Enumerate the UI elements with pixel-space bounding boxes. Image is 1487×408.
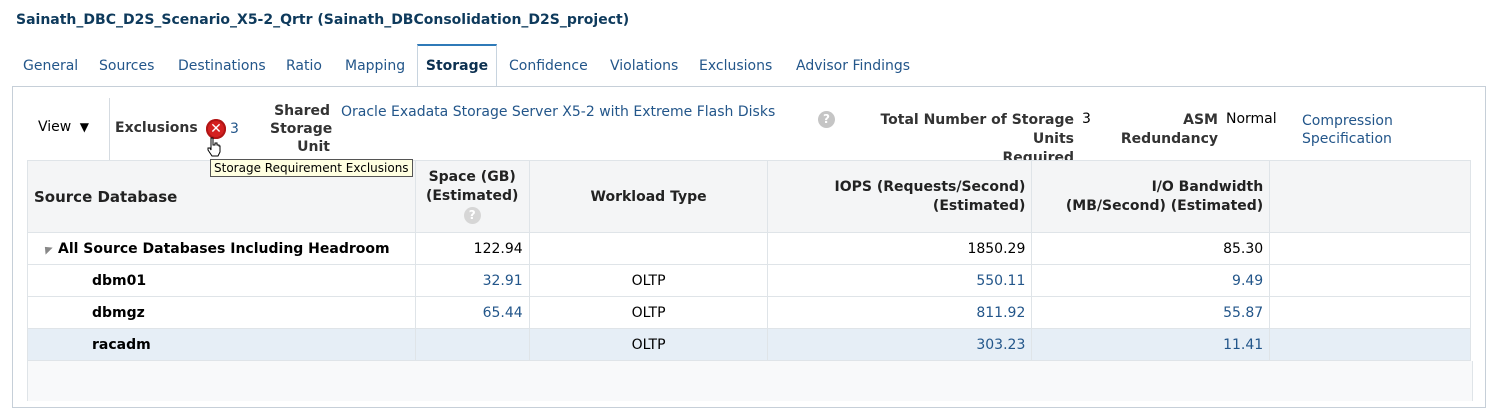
io-header-line1: I/O Bandwidth	[1151, 178, 1264, 195]
tab-advisor-findings[interactable]: Advisor Findings	[796, 44, 910, 85]
view-label: View	[38, 119, 72, 135]
column-header-space[interactable]: Space (GB) (Estimated) ?	[414, 160, 530, 233]
exclusions-label: Exclusions	[115, 120, 198, 136]
tab-bar: General Sources Destinations Ratio Mappi…	[12, 44, 1482, 88]
table-empty-area	[27, 361, 1473, 401]
tab-destinations[interactable]: Destinations	[178, 44, 266, 85]
source-database-cell: dbm01	[27, 264, 416, 297]
total-label-line1: Total Number of Storage Units	[880, 112, 1074, 147]
empty-cell	[1269, 328, 1471, 361]
iops-cell: 303.23	[767, 328, 1033, 361]
column-header-label: Source Database	[34, 187, 178, 206]
empty-cell	[1269, 264, 1471, 297]
table-row-selected[interactable]: racadm OLTP 303.23 11.41	[27, 328, 1471, 361]
tab-ratio[interactable]: Ratio	[286, 44, 322, 85]
help-icon[interactable]: ?	[818, 111, 835, 128]
shared-label-line2: Storage	[270, 121, 333, 137]
compression-line1: Compression	[1302, 113, 1393, 129]
shared-label-line3: Unit	[297, 139, 330, 155]
io-bandwidth-cell: 9.49	[1031, 264, 1271, 297]
collapse-triangle-icon[interactable]	[41, 242, 53, 255]
iops-cell: 811.92	[767, 296, 1033, 329]
empty-cell	[1269, 232, 1471, 265]
tab-general[interactable]: General	[23, 44, 78, 85]
asm-label-line1: ASM	[1183, 112, 1218, 128]
space-cell: 32.91	[414, 264, 530, 297]
tab-violations[interactable]: Violations	[610, 44, 678, 85]
source-database-cell: racadm	[27, 328, 416, 361]
tab-exclusions[interactable]: Exclusions	[699, 44, 772, 85]
dropdown-arrow-icon: ▼	[79, 120, 89, 134]
empty-cell	[1269, 296, 1471, 329]
page-title: Sainath_DBC_D2S_Scenario_X5-2_Qrtr (Sain…	[16, 12, 630, 28]
iops-header-line2: (Estimated)	[932, 197, 1026, 214]
tab-storage[interactable]: Storage	[417, 44, 497, 88]
asm-label-line2: Redundancy	[1120, 131, 1218, 147]
workload-cell: OLTP	[528, 296, 769, 329]
help-icon[interactable]: ?	[422, 206, 523, 225]
asm-redundancy-value: Normal	[1226, 111, 1277, 127]
workload-cell: OLTP	[528, 264, 769, 297]
asm-redundancy-label: ASM Redundancy	[1118, 111, 1218, 149]
storage-table: Source Database Space (GB) (Estimated) ?…	[27, 160, 1471, 361]
shared-storage-unit-label: Shared Storage Unit	[270, 102, 333, 156]
table-row[interactable]: dbmgz 65.44 OLTP 811.92 55.87	[27, 296, 1471, 329]
column-header-io-bandwidth[interactable]: I/O Bandwidth (MB/Second) (Estimated)	[1031, 160, 1271, 233]
source-database-cell: All Source Databases Including Headroom	[27, 232, 416, 265]
column-header-workload-type[interactable]: Workload Type	[528, 160, 769, 233]
tab-mapping[interactable]: Mapping	[345, 44, 405, 85]
tab-sources[interactable]: Sources	[99, 44, 154, 85]
table-row[interactable]: All Source Databases Including Headroom …	[27, 232, 1471, 265]
io-bandwidth-cell: 55.87	[1031, 296, 1271, 329]
total-storage-units-value: 3	[1082, 111, 1091, 127]
compression-specification-link[interactable]: Compression Specification	[1302, 112, 1393, 148]
tab-confidence[interactable]: Confidence	[509, 44, 588, 85]
space-header-line1: Space (GB)	[428, 169, 516, 185]
space-cell	[414, 328, 530, 361]
io-bandwidth-cell: 11.41	[1031, 328, 1271, 361]
toolbar-separator	[109, 98, 110, 160]
error-x-icon[interactable]: ✕	[206, 119, 226, 139]
exclusions-count-link[interactable]: 3	[230, 121, 239, 137]
workload-cell	[528, 232, 769, 265]
row-name: All Source Databases Including Headroom	[58, 240, 390, 257]
space-cell: 65.44	[414, 296, 530, 329]
compression-line2: Specification	[1302, 131, 1392, 147]
iops-cell: 550.11	[767, 264, 1033, 297]
shared-label-line1: Shared	[274, 103, 330, 119]
view-menu[interactable]: View ▼	[38, 119, 89, 135]
workload-cell: OLTP	[528, 328, 769, 361]
io-header-line2: (MB/Second) (Estimated)	[1065, 197, 1264, 214]
source-database-cell: dbmgz	[27, 296, 416, 329]
hand-cursor-icon	[207, 137, 221, 157]
column-header-iops[interactable]: IOPS (Requests/Second) (Estimated)	[767, 160, 1033, 233]
iops-header-line1: IOPS (Requests/Second)	[834, 178, 1026, 195]
iops-cell: 1850.29	[767, 232, 1033, 265]
table-row[interactable]: dbm01 32.91 OLTP 550.11 9.49	[27, 264, 1471, 297]
space-cell: 122.94	[414, 232, 530, 265]
workload-header: Workload Type	[590, 188, 707, 205]
tooltip: Storage Requirement Exclusions	[210, 159, 413, 177]
shared-storage-unit-link[interactable]: Oracle Exadata Storage Server X5-2 with …	[341, 104, 775, 120]
space-header-line2: (Estimated)	[425, 188, 519, 204]
io-bandwidth-cell: 85.30	[1031, 232, 1271, 265]
column-header-empty	[1269, 160, 1471, 233]
